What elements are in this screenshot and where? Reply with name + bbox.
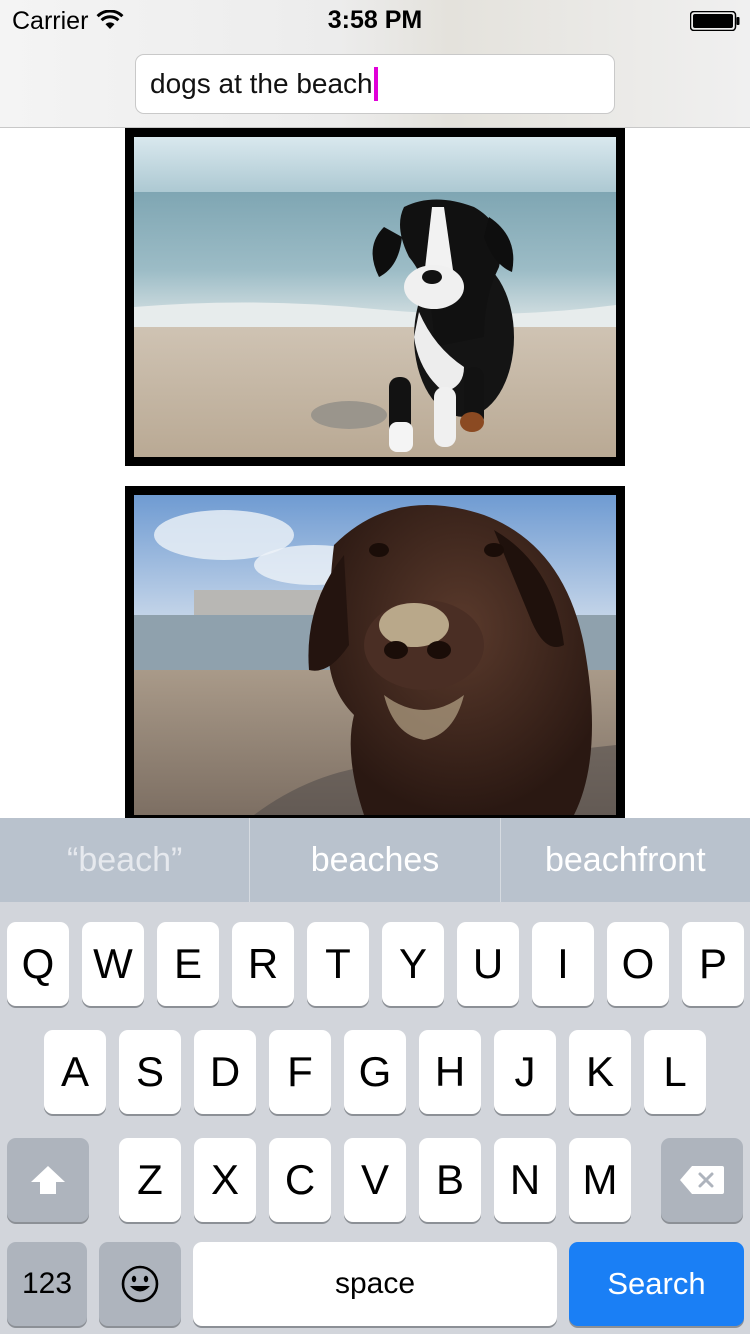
suggestion-item[interactable]: beachfront — [501, 818, 750, 902]
brown-dog-on-beach-image — [134, 495, 616, 815]
key-e[interactable]: E — [157, 922, 219, 1006]
key-f[interactable]: F — [269, 1030, 331, 1114]
battery-icon — [690, 11, 740, 31]
key-j[interactable]: J — [494, 1030, 556, 1114]
space-key[interactable]: space — [193, 1242, 557, 1326]
key-m[interactable]: M — [569, 1138, 631, 1222]
search-result-photo[interactable] — [125, 128, 625, 466]
key-r[interactable]: R — [232, 922, 294, 1006]
keyboard: Q W E R T Y U I O P A S D F G H J K L Z … — [0, 902, 750, 1334]
key-z[interactable]: Z — [119, 1138, 181, 1222]
emoji-face-icon — [121, 1265, 159, 1303]
navigation-header: Carrier 3:58 PM dogs at the beach — [0, 0, 750, 128]
key-n[interactable]: N — [494, 1138, 556, 1222]
key-c[interactable]: C — [269, 1138, 331, 1222]
key-i[interactable]: I — [532, 922, 594, 1006]
key-x[interactable]: X — [194, 1138, 256, 1222]
numbers-key[interactable]: 123 — [7, 1242, 87, 1326]
key-p[interactable]: P — [682, 922, 744, 1006]
suggestion-literal[interactable]: “beach” — [0, 818, 251, 902]
shift-arrow-icon — [31, 1166, 65, 1194]
key-d[interactable]: D — [194, 1030, 256, 1114]
key-g[interactable]: G — [344, 1030, 406, 1114]
search-input[interactable]: dogs at the beach — [135, 54, 615, 114]
key-k[interactable]: K — [569, 1030, 631, 1114]
key-h[interactable]: H — [419, 1030, 481, 1114]
status-time: 3:58 PM — [327, 6, 423, 34]
status-bar: Carrier 3:58 PM — [0, 0, 750, 40]
delete-backspace-icon — [680, 1166, 724, 1194]
puppy-on-beach-image — [134, 137, 616, 457]
key-a[interactable]: A — [44, 1030, 106, 1114]
text-caret — [373, 67, 378, 101]
search-key[interactable]: Search — [569, 1242, 744, 1326]
key-w[interactable]: W — [82, 922, 144, 1006]
key-q[interactable]: Q — [7, 922, 69, 1006]
delete-key[interactable] — [661, 1138, 743, 1222]
key-u[interactable]: U — [457, 922, 519, 1006]
suggestion-item[interactable]: beaches — [250, 818, 501, 902]
key-s[interactable]: S — [119, 1030, 181, 1114]
emoji-key[interactable] — [99, 1242, 181, 1326]
shift-key[interactable] — [7, 1138, 89, 1222]
key-b[interactable]: B — [419, 1138, 481, 1222]
search-input-text: dogs at the beach — [150, 68, 373, 99]
search-result-photo[interactable] — [125, 486, 625, 824]
key-v[interactable]: V — [344, 1138, 406, 1222]
key-y[interactable]: Y — [382, 922, 444, 1006]
key-o[interactable]: O — [607, 922, 669, 1006]
key-l[interactable]: L — [644, 1030, 706, 1114]
predictive-suggestions-bar: “beach” beaches beachfront — [0, 818, 750, 902]
key-t[interactable]: T — [307, 922, 369, 1006]
